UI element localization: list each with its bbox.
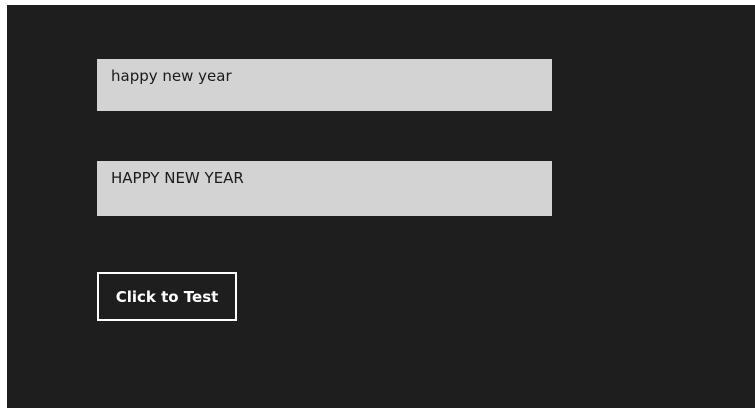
output-text-box[interactable]: HAPPY NEW YEAR [97, 161, 552, 216]
app-window: happy new year HAPPY NEW YEAR Click to T… [7, 5, 755, 408]
click-to-test-button[interactable]: Click to Test [97, 272, 237, 321]
click-to-test-button-label: Click to Test [115, 287, 219, 306]
input-text-box[interactable]: happy new year [97, 59, 552, 111]
